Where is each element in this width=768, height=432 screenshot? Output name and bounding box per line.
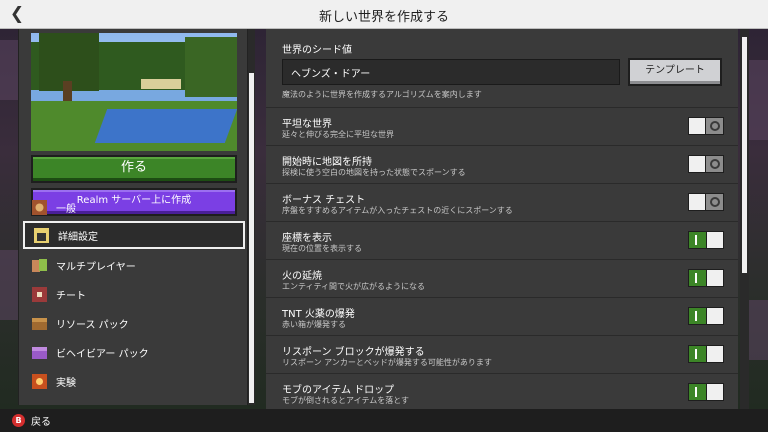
setting-row: 開始時に地図を所持 探検に使う空白の地図を持った状態でスポーンする bbox=[266, 145, 738, 183]
setting-title: モブのアイテム ドロップ bbox=[282, 385, 395, 396]
toggle-switch[interactable] bbox=[688, 307, 724, 325]
nav-label: 一般 bbox=[56, 203, 76, 215]
toggle-on-icon bbox=[695, 387, 697, 397]
setting-description: 現在の位置を表示する bbox=[282, 244, 362, 253]
setting-row: 座標を表示 現在の位置を表示する bbox=[266, 221, 738, 259]
nav-label: 実験 bbox=[56, 377, 76, 389]
nav-label: 詳細設定 bbox=[58, 231, 98, 243]
setting-title: 開始時に地図を所持 bbox=[282, 157, 372, 168]
setting-title: 平坦な世界 bbox=[282, 119, 332, 130]
setting-title: 火の延焼 bbox=[282, 271, 322, 282]
setting-description: 探検に使う空白の地図を持った状態でスポーンする bbox=[282, 168, 466, 177]
toggle-off-icon bbox=[710, 121, 720, 131]
setting-title: TNT 火薬の爆発 bbox=[282, 309, 355, 320]
cheats-icon bbox=[31, 286, 48, 303]
page-title: 新しい世界を作成する bbox=[318, 10, 449, 25]
setting-row: TNT 火薬の爆発 赤い箱が爆発する bbox=[266, 297, 738, 335]
toggle-switch[interactable] bbox=[688, 383, 724, 401]
back-label[interactable]: 戻る bbox=[31, 413, 51, 428]
nav-item-experiments[interactable]: 実験 bbox=[23, 367, 245, 395]
setting-title: ボーナス チェスト bbox=[282, 195, 366, 206]
nav-item-resource-pack[interactable]: リソース パック bbox=[23, 309, 245, 337]
toggle-off-icon bbox=[710, 159, 720, 169]
toggle-switch[interactable] bbox=[688, 231, 724, 249]
seed-description: 魔法のように世界を作成するアルゴリズムを案内します bbox=[282, 90, 482, 99]
setting-row: モブのアイテム ドロップ モブが倒されるとアイテムを落とす bbox=[266, 373, 738, 409]
scrollbar-thumb[interactable] bbox=[249, 73, 254, 403]
advanced-settings-icon bbox=[33, 227, 50, 244]
setting-description: モブが倒されるとアイテムを落とす bbox=[282, 396, 409, 405]
nav-label: ビヘイビアー パック bbox=[56, 348, 149, 360]
toggle-switch[interactable] bbox=[688, 269, 724, 287]
toggle-off-icon bbox=[710, 197, 720, 207]
template-button[interactable]: テンプレート bbox=[628, 58, 722, 86]
toggle-on-icon bbox=[695, 273, 697, 283]
seed-input[interactable] bbox=[282, 59, 620, 85]
nav-item-advanced[interactable]: 詳細設定 bbox=[23, 221, 245, 249]
settings-panel: 世界のシード値 テンプレート 魔法のように世界を作成するアルゴリズムを案内します… bbox=[266, 29, 738, 409]
toggle-switch[interactable] bbox=[688, 345, 724, 363]
toggle-on-icon bbox=[695, 349, 697, 359]
setting-row: リスポーン ブロックが爆発する リスポーン アンカーとベッドが爆発する可能性があ… bbox=[266, 335, 738, 373]
seed-label: 世界のシード値 bbox=[282, 45, 352, 56]
experiments-icon bbox=[31, 373, 48, 390]
setting-title: 座標を表示 bbox=[282, 233, 332, 244]
toggle-on-icon bbox=[695, 235, 697, 245]
general-icon bbox=[31, 199, 48, 216]
toggle-switch[interactable] bbox=[688, 193, 724, 211]
setting-description: エンティティ間で火が広がるようになる bbox=[282, 282, 426, 291]
setting-row: 平坦な世界 延々と伸びる完全に平坦な世界 bbox=[266, 107, 738, 145]
setting-description: 赤い箱が爆発する bbox=[282, 320, 346, 329]
create-button[interactable]: 作る bbox=[31, 155, 237, 183]
nav-label: リソース パック bbox=[56, 319, 129, 331]
world-preview-image bbox=[31, 33, 237, 151]
right-scrollbar[interactable] bbox=[740, 29, 749, 409]
left-scrollbar[interactable] bbox=[248, 29, 255, 405]
scrollbar-thumb[interactable] bbox=[742, 37, 747, 273]
setting-description: 序盤をすすめるアイテムが入ったチェストの近くにスポーンする bbox=[282, 206, 513, 215]
setting-description: 延々と伸びる完全に平坦な世界 bbox=[282, 130, 394, 139]
title-bar: ❮ 新しい世界を作成する bbox=[0, 0, 768, 29]
behavior-pack-icon bbox=[31, 344, 48, 361]
toggle-switch[interactable] bbox=[688, 117, 724, 135]
setting-description: リスポーン アンカーとベッドが爆発する可能性があります bbox=[282, 358, 492, 367]
setting-title: リスポーン ブロックが爆発する bbox=[282, 347, 425, 358]
nav-item-general[interactable]: 一般 bbox=[23, 193, 245, 221]
nav-item-multiplayer[interactable]: マルチプレイヤー bbox=[23, 251, 245, 279]
setting-row: 火の延焼 エンティティ間で火が広がるようになる bbox=[266, 259, 738, 297]
nav-label: チート bbox=[56, 290, 86, 302]
left-panel: 作る Realm サーバー上に作成 一般 詳細設定 マルチプレイヤー チート リ… bbox=[18, 29, 248, 405]
bottom-bar: B 戻る bbox=[0, 409, 768, 432]
resource-pack-icon bbox=[31, 315, 48, 332]
toggle-switch[interactable] bbox=[688, 155, 724, 173]
setting-row: ボーナス チェスト 序盤をすすめるアイテムが入ったチェストの近くにスポーンする bbox=[266, 183, 738, 221]
nav-item-behavior-pack[interactable]: ビヘイビアー パック bbox=[23, 338, 245, 366]
toggle-on-icon bbox=[695, 311, 697, 321]
multiplayer-icon bbox=[31, 257, 48, 274]
nav-item-cheats[interactable]: チート bbox=[23, 280, 245, 308]
nav-label: マルチプレイヤー bbox=[56, 261, 136, 273]
b-button-icon: B bbox=[12, 414, 25, 427]
